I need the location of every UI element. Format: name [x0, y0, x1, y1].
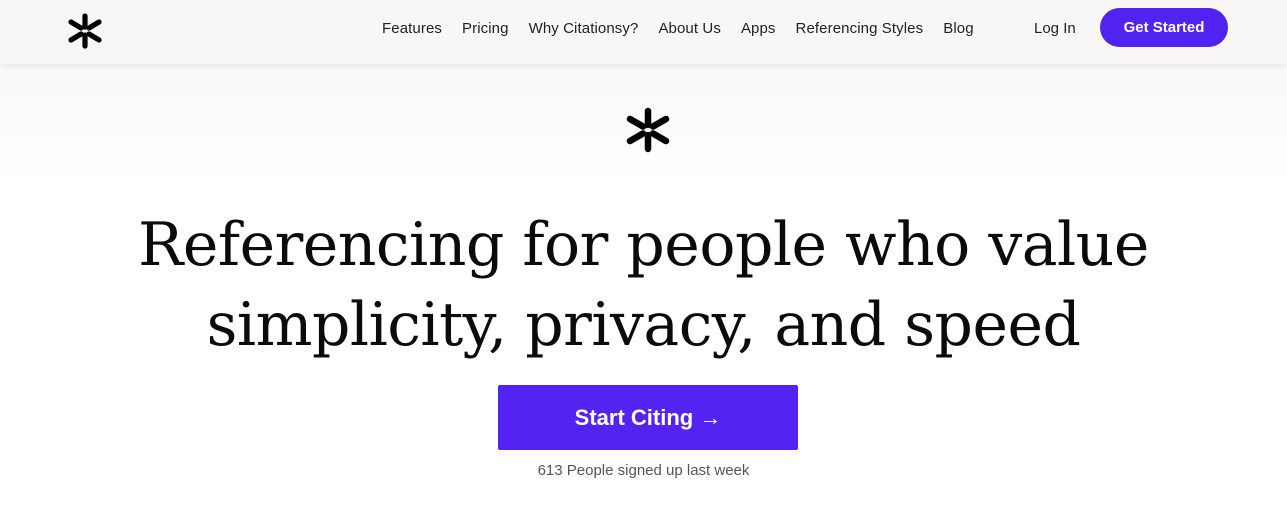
- nav-features[interactable]: Features: [372, 20, 452, 37]
- hero-headline-line-1: Referencing for people who value: [138, 210, 1149, 280]
- login-link[interactable]: Log In: [1024, 0, 1086, 56]
- nav-about-us[interactable]: About Us: [648, 20, 731, 37]
- get-started-button[interactable]: Get Started: [1100, 8, 1228, 47]
- asterisk-logo-icon[interactable]: [66, 12, 104, 50]
- hero-headline: Referencing for people who value simplic…: [0, 205, 1287, 365]
- nav-why-citationsy[interactable]: Why Citationsy?: [519, 20, 649, 37]
- top-navigation-bar: Features Pricing Why Citationsy? About U…: [0, 0, 1287, 64]
- main-nav: Features Pricing Why Citationsy? About U…: [372, 0, 984, 56]
- start-citing-button[interactable]: Start Citing →: [498, 385, 798, 450]
- signup-count-note: 613 People signed up last week: [537, 462, 750, 479]
- nav-pricing[interactable]: Pricing: [452, 20, 519, 37]
- hero-headline-line-2: simplicity, privacy, and speed: [206, 290, 1081, 360]
- nav-apps[interactable]: Apps: [731, 20, 786, 37]
- nav-referencing-styles[interactable]: Referencing Styles: [786, 20, 934, 37]
- asterisk-hero-icon: [626, 107, 670, 153]
- nav-blog[interactable]: Blog: [933, 20, 983, 37]
